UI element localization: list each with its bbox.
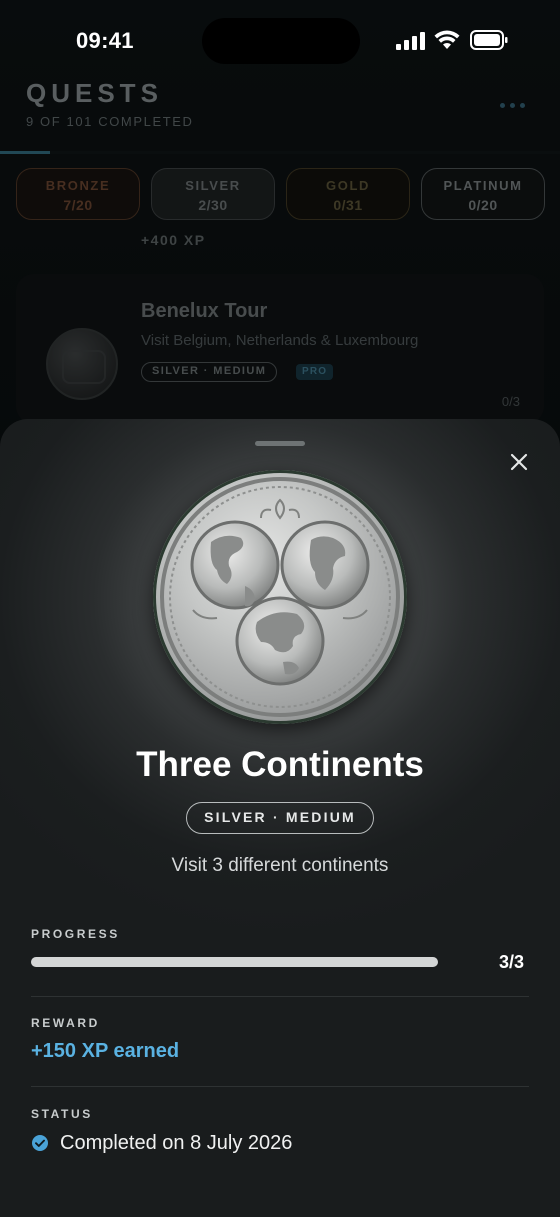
status-row: Completed on 8 July 2026 bbox=[31, 1130, 292, 1156]
tier-name: GOLD bbox=[326, 178, 370, 193]
status-time: 09:41 bbox=[76, 28, 134, 53]
quest-medal bbox=[153, 470, 407, 724]
check-circle-icon bbox=[32, 1135, 48, 1151]
quest-title: Three Continents bbox=[136, 745, 424, 784]
quest-progress-bar bbox=[31, 957, 438, 967]
quest-description: Visit Belgium, Netherlands & Luxembourg bbox=[141, 332, 419, 349]
tier-filter-row: BRONZE 7/20 SILVER 2/30 GOLD 0/31 PLATIN… bbox=[16, 168, 546, 220]
sheet-grabber-handle[interactable] bbox=[255, 441, 305, 446]
tier-tab-bronze[interactable]: BRONZE 7/20 bbox=[16, 168, 140, 220]
section-divider bbox=[31, 1086, 529, 1087]
wifi-icon bbox=[434, 30, 460, 49]
status-bar: 09:41 bbox=[0, 0, 560, 84]
quest-description: Visit 3 different continents bbox=[171, 855, 389, 876]
battery-icon bbox=[470, 30, 508, 50]
quest-tier-badge: SILVER · MEDIUM bbox=[141, 362, 278, 382]
quest-medal-icon bbox=[46, 328, 118, 400]
close-icon[interactable] bbox=[504, 447, 534, 477]
tier-count: 7/20 bbox=[63, 197, 93, 213]
three-globes-medal-icon bbox=[160, 477, 400, 717]
cellular-signal-icon bbox=[396, 32, 425, 50]
tier-count: 0/20 bbox=[468, 197, 498, 213]
completion-summary: 9 OF 101 COMPLETED bbox=[26, 114, 194, 129]
tier-tab-platinum[interactable]: PLATINUM 0/20 bbox=[421, 168, 545, 220]
dynamic-island bbox=[202, 18, 360, 64]
quest-xp-label: +400 XP bbox=[141, 232, 206, 248]
quest-name: Benelux Tour bbox=[141, 300, 268, 322]
pro-badge: PRO bbox=[296, 364, 334, 380]
tier-tab-silver[interactable]: SILVER 2/30 bbox=[151, 168, 275, 220]
section-divider bbox=[31, 996, 529, 997]
overall-progress-fill bbox=[0, 151, 50, 154]
tier-tab-gold[interactable]: GOLD 0/31 bbox=[286, 168, 410, 220]
more-options-icon[interactable] bbox=[496, 92, 528, 118]
tier-count: 0/31 bbox=[333, 197, 363, 213]
status-label: STATUS bbox=[31, 1107, 93, 1121]
tier-name: SILVER bbox=[185, 178, 241, 193]
overall-progress-bar bbox=[0, 151, 560, 154]
quest-progress-count: 0/3 bbox=[501, 394, 520, 409]
quest-detail-sheet: Three Continents SILVER · MEDIUM Visit 3… bbox=[0, 419, 560, 1217]
tier-name: PLATINUM bbox=[443, 178, 523, 193]
quest-progress-count: 3/3 bbox=[499, 952, 525, 972]
quest-card-benelux-tour[interactable]: Benelux Tour Visit Belgium, Netherlands … bbox=[16, 274, 544, 424]
progress-label: PROGRESS bbox=[31, 927, 120, 941]
quest-tier-badge: SILVER · MEDIUM bbox=[186, 802, 374, 834]
status-value: Completed on 8 July 2026 bbox=[60, 1131, 293, 1154]
tier-name: BRONZE bbox=[45, 178, 111, 193]
reward-label: REWARD bbox=[31, 1016, 100, 1030]
quest-progress-fill bbox=[31, 957, 438, 967]
tier-count: 2/30 bbox=[198, 197, 228, 213]
reward-value: +150 XP earned bbox=[31, 1040, 180, 1062]
